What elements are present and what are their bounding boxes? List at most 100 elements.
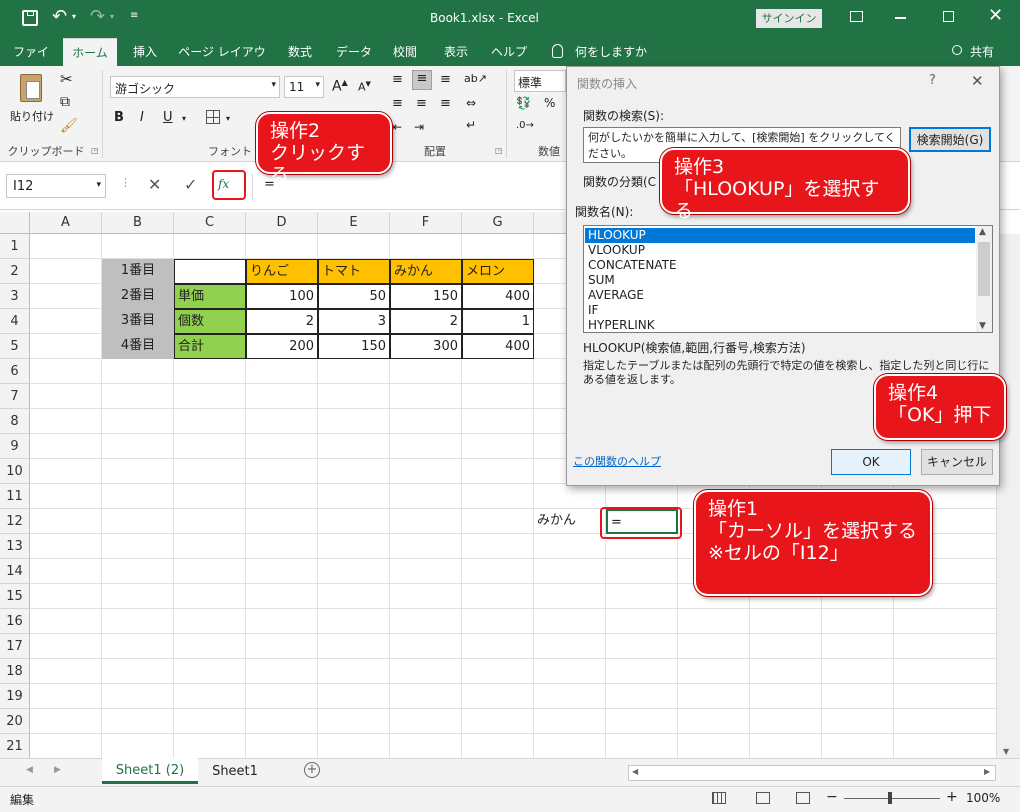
- dialog-close-icon[interactable]: ✕: [971, 72, 984, 90]
- font-name-box[interactable]: 游ゴシック ▾: [110, 76, 280, 98]
- next-sheet-icon[interactable]: ▶: [54, 765, 61, 775]
- undo-dropdown-icon[interactable]: ▾: [72, 12, 76, 21]
- maximize-icon[interactable]: [943, 11, 954, 22]
- list-item[interactable]: CONCATENATE: [585, 258, 677, 273]
- cell-g3[interactable]: 400: [462, 284, 534, 309]
- column-header-d[interactable]: D: [246, 212, 318, 234]
- orientation-icon[interactable]: ab↗: [464, 72, 487, 85]
- prev-sheet-icon[interactable]: ◀: [26, 765, 33, 775]
- row-header[interactable]: 14: [0, 559, 30, 584]
- row-header[interactable]: 15: [0, 584, 30, 609]
- row-header[interactable]: 13: [0, 534, 30, 559]
- column-header-a[interactable]: A: [30, 212, 102, 234]
- page-layout-view-icon[interactable]: [756, 792, 770, 804]
- row-header[interactable]: 4: [0, 309, 30, 334]
- add-sheet-icon[interactable]: +: [304, 762, 320, 778]
- scroll-right-icon[interactable]: ▶: [984, 767, 990, 776]
- align-bottom-icon[interactable]: ≡: [440, 72, 451, 87]
- cell-f4[interactable]: 2: [390, 309, 462, 334]
- row-header[interactable]: 17: [0, 634, 30, 659]
- grow-font-icon[interactable]: A▲: [332, 78, 348, 95]
- row-header[interactable]: 16: [0, 609, 30, 634]
- scroll-down-icon[interactable]: ▼: [1003, 747, 1009, 756]
- percent-icon[interactable]: %: [544, 96, 555, 110]
- bold-icon[interactable]: B: [114, 110, 124, 125]
- align-center-icon[interactable]: ≡: [416, 96, 427, 111]
- save-icon[interactable]: [22, 10, 38, 26]
- cell-f3[interactable]: 150: [390, 284, 462, 309]
- list-item[interactable]: HYPERLINK: [585, 318, 655, 333]
- tab-insert[interactable]: 挿入: [126, 38, 164, 66]
- tell-me-search[interactable]: 何をしますか: [574, 38, 648, 66]
- cell-d5[interactable]: 200: [246, 334, 318, 359]
- tab-view[interactable]: 表示: [436, 38, 476, 66]
- row-header[interactable]: 18: [0, 659, 30, 684]
- cell-e4[interactable]: 3: [318, 309, 390, 334]
- function-list[interactable]: HLOOKUP VLOOKUP CONCATENATE SUM AVERAGE …: [583, 225, 993, 333]
- align-left-icon[interactable]: ≡: [392, 96, 403, 111]
- row-header[interactable]: 6: [0, 359, 30, 384]
- list-scrollbar[interactable]: ▲ ▼: [976, 226, 992, 332]
- cell-e5[interactable]: 150: [318, 334, 390, 359]
- zoom-slider[interactable]: [844, 798, 940, 799]
- list-item[interactable]: SUM: [585, 273, 615, 288]
- merge-center-icon[interactable]: ⇔: [466, 96, 476, 110]
- help-link[interactable]: この関数のヘルプ: [573, 453, 661, 469]
- cell-b2[interactable]: 1番目: [102, 259, 174, 284]
- cell-f5[interactable]: 300: [390, 334, 462, 359]
- redo-dropdown-icon[interactable]: ▾: [110, 12, 114, 21]
- decrease-indent-icon[interactable]: ⇤: [392, 120, 402, 134]
- cell-e3[interactable]: 50: [318, 284, 390, 309]
- row-header[interactable]: 10: [0, 459, 30, 484]
- horizontal-scrollbar[interactable]: [628, 765, 996, 781]
- zoom-slider-thumb[interactable]: [888, 792, 892, 804]
- cell-e2[interactable]: トマト: [318, 259, 390, 284]
- row-header[interactable]: 21: [0, 734, 30, 759]
- cancel-entry-icon[interactable]: ✕: [148, 175, 161, 194]
- format-painter-icon[interactable]: 🖌: [60, 118, 78, 134]
- italic-icon[interactable]: I: [140, 110, 144, 125]
- column-header-f[interactable]: F: [390, 212, 462, 234]
- undo-icon[interactable]: ↶: [52, 6, 67, 27]
- row-header[interactable]: 1: [0, 234, 30, 259]
- row-header[interactable]: 3: [0, 284, 30, 309]
- font-size-box[interactable]: 11 ▾: [284, 76, 324, 98]
- row-header[interactable]: 5: [0, 334, 30, 359]
- tab-file[interactable]: ファイル: [8, 38, 54, 87]
- minimize-icon[interactable]: [895, 17, 906, 19]
- sheet-tab-active[interactable]: Sheet1 (2): [102, 758, 198, 784]
- tab-data[interactable]: データ: [332, 38, 376, 66]
- cell-c5[interactable]: 合計: [174, 334, 246, 359]
- cell-g5[interactable]: 400: [462, 334, 534, 359]
- increase-decimal-icon[interactable]: .0→: [516, 120, 534, 131]
- select-all-corner[interactable]: [0, 212, 30, 234]
- column-header-b[interactable]: B: [102, 212, 174, 234]
- cell-f2[interactable]: みかん: [390, 259, 462, 284]
- signin-button[interactable]: サインイン: [756, 9, 822, 28]
- tab-page-layout[interactable]: ページ レイアウト: [176, 38, 268, 87]
- cell-c2[interactable]: [174, 259, 246, 284]
- cancel-button[interactable]: キャンセル: [921, 449, 993, 475]
- align-top-icon[interactable]: ≡: [392, 72, 403, 87]
- row-header[interactable]: 2: [0, 259, 30, 284]
- column-header-c[interactable]: C: [174, 212, 246, 234]
- close-icon[interactable]: ✕: [988, 5, 1003, 26]
- row-header[interactable]: 7: [0, 384, 30, 409]
- currency-icon[interactable]: 💱: [516, 96, 531, 110]
- zoom-level[interactable]: 100%: [966, 791, 1000, 805]
- dialog-launcher-icon[interactable]: ◳: [91, 146, 99, 155]
- cell-b4[interactable]: 3番目: [102, 309, 174, 334]
- list-item[interactable]: VLOOKUP: [585, 243, 645, 258]
- cell-d4[interactable]: 2: [246, 309, 318, 334]
- row-header[interactable]: 12: [0, 509, 30, 534]
- row-header[interactable]: 19: [0, 684, 30, 709]
- row-header[interactable]: 11: [0, 484, 30, 509]
- list-item[interactable]: AVERAGE: [585, 288, 644, 303]
- cell-b5[interactable]: 4番目: [102, 334, 174, 359]
- ok-button[interactable]: OK: [831, 449, 911, 475]
- dialog-help-icon[interactable]: ?: [929, 73, 936, 88]
- tab-formulas[interactable]: 数式: [280, 38, 320, 66]
- borders-icon[interactable]: [206, 110, 220, 124]
- name-box[interactable]: I12 ▾: [6, 174, 106, 198]
- scroll-left-icon[interactable]: ◀: [632, 767, 638, 776]
